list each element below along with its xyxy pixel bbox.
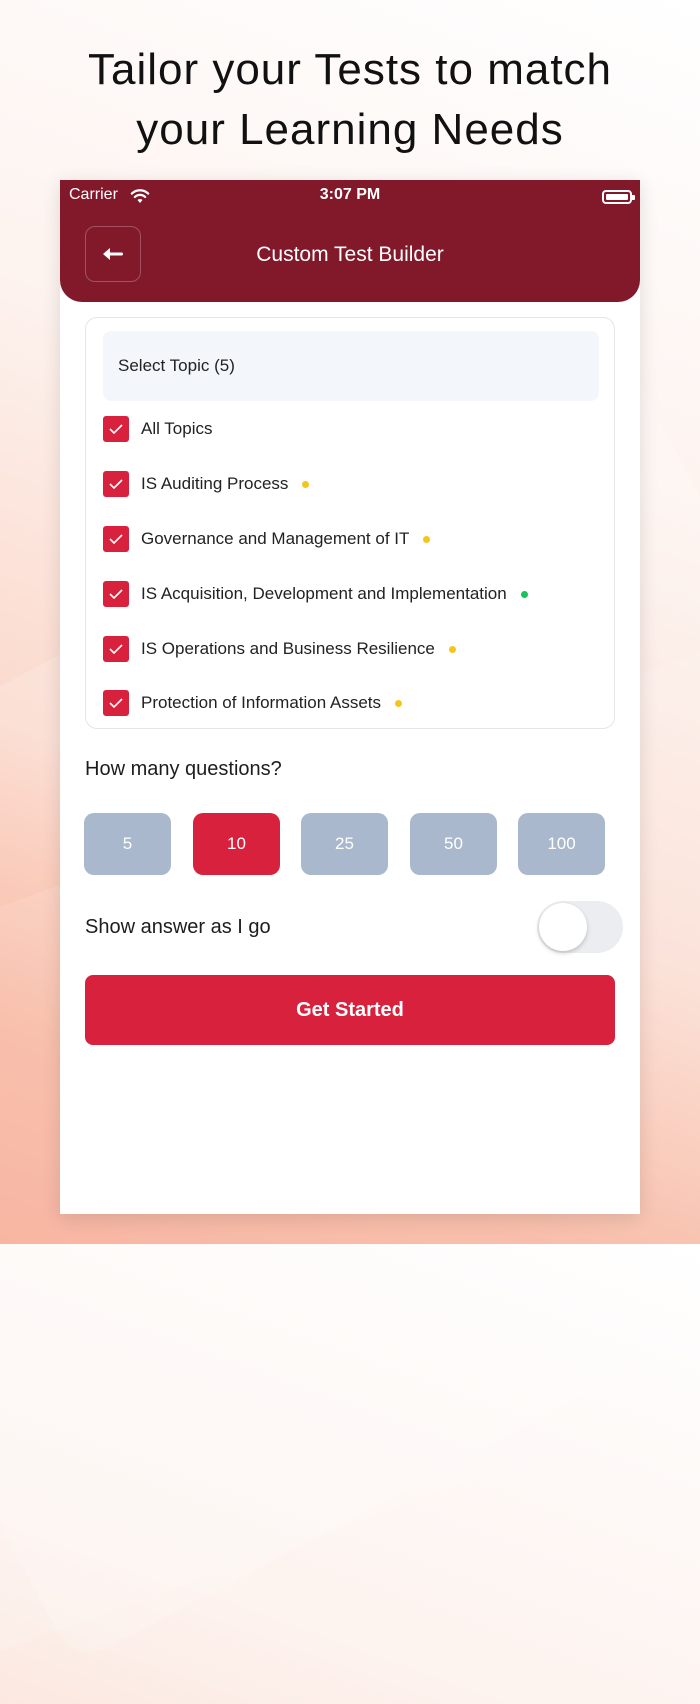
question-count-option-25[interactable]: 25 [301,813,388,875]
topic-label: All Topics [141,419,213,438]
topic-row-protection-of-information-assets[interactable]: Protection of Information Assets [103,690,403,716]
checkbox-checked-icon[interactable] [103,416,129,442]
select-topic-dropdown[interactable]: Select Topic (5) [103,331,599,401]
checkbox-checked-icon[interactable] [103,581,129,607]
headline-line-1: Tailor your Tests to match [87,45,613,94]
question-count-option-10[interactable]: 10 [193,813,280,875]
progress-dot-icon [520,590,528,598]
progress-dot-icon [395,699,403,707]
checkbox-checked-icon[interactable] [103,471,129,497]
progress-dot-icon [448,645,456,653]
topic-row-is-operations[interactable]: IS Operations and Business Resilience [103,636,456,662]
battery-icon [602,190,635,204]
phone-screen: Carrier 3:07 PM Custom Test Builder Sele… [60,180,640,1214]
promo-headline: Tailor your Tests to match your Learning… [0,40,700,160]
question-count-option-50[interactable]: 50 [410,813,497,875]
app-header: Carrier 3:07 PM Custom Test Builder [60,180,640,302]
question-count-option-100[interactable]: 100 [518,813,605,875]
status-bar: Carrier 3:07 PM [60,186,640,210]
page-title: Custom Test Builder [256,243,444,266]
headline-line-2: your Learning Needs [136,105,564,154]
topic-selector-card: Select Topic (5) All Topics IS Auditing … [85,317,615,729]
topic-label: IS Auditing Process [141,474,289,493]
question-count-option-5[interactable]: 5 [84,813,171,875]
topic-label: Protection of Information Assets [141,693,382,712]
topic-row-governance[interactable]: Governance and Management of IT [103,526,431,552]
topic-row-is-auditing-process[interactable]: IS Auditing Process [103,471,310,497]
status-time: 3:07 PM [319,186,381,203]
topic-row-all-topics[interactable]: All Topics [103,416,213,442]
checkbox-checked-icon[interactable] [103,690,129,716]
get-started-button[interactable]: Get Started [85,975,615,1045]
toggle-knob [539,903,587,951]
progress-dot-icon [423,535,431,543]
topic-label: IS Operations and Business Resilience [141,639,435,658]
topic-label: Governance and Management of IT [141,529,410,548]
progress-dot-icon [302,480,310,488]
topic-label: IS Acquisition, Development and Implemen… [141,584,507,603]
question-count-heading: How many questions? [85,758,282,780]
show-answer-toggle[interactable] [537,901,623,953]
topic-row-is-acquisition[interactable]: IS Acquisition, Development and Implemen… [103,581,528,607]
checkbox-checked-icon[interactable] [103,636,129,662]
show-answer-label: Show answer as I go [85,916,271,938]
checkbox-checked-icon[interactable] [103,526,129,552]
